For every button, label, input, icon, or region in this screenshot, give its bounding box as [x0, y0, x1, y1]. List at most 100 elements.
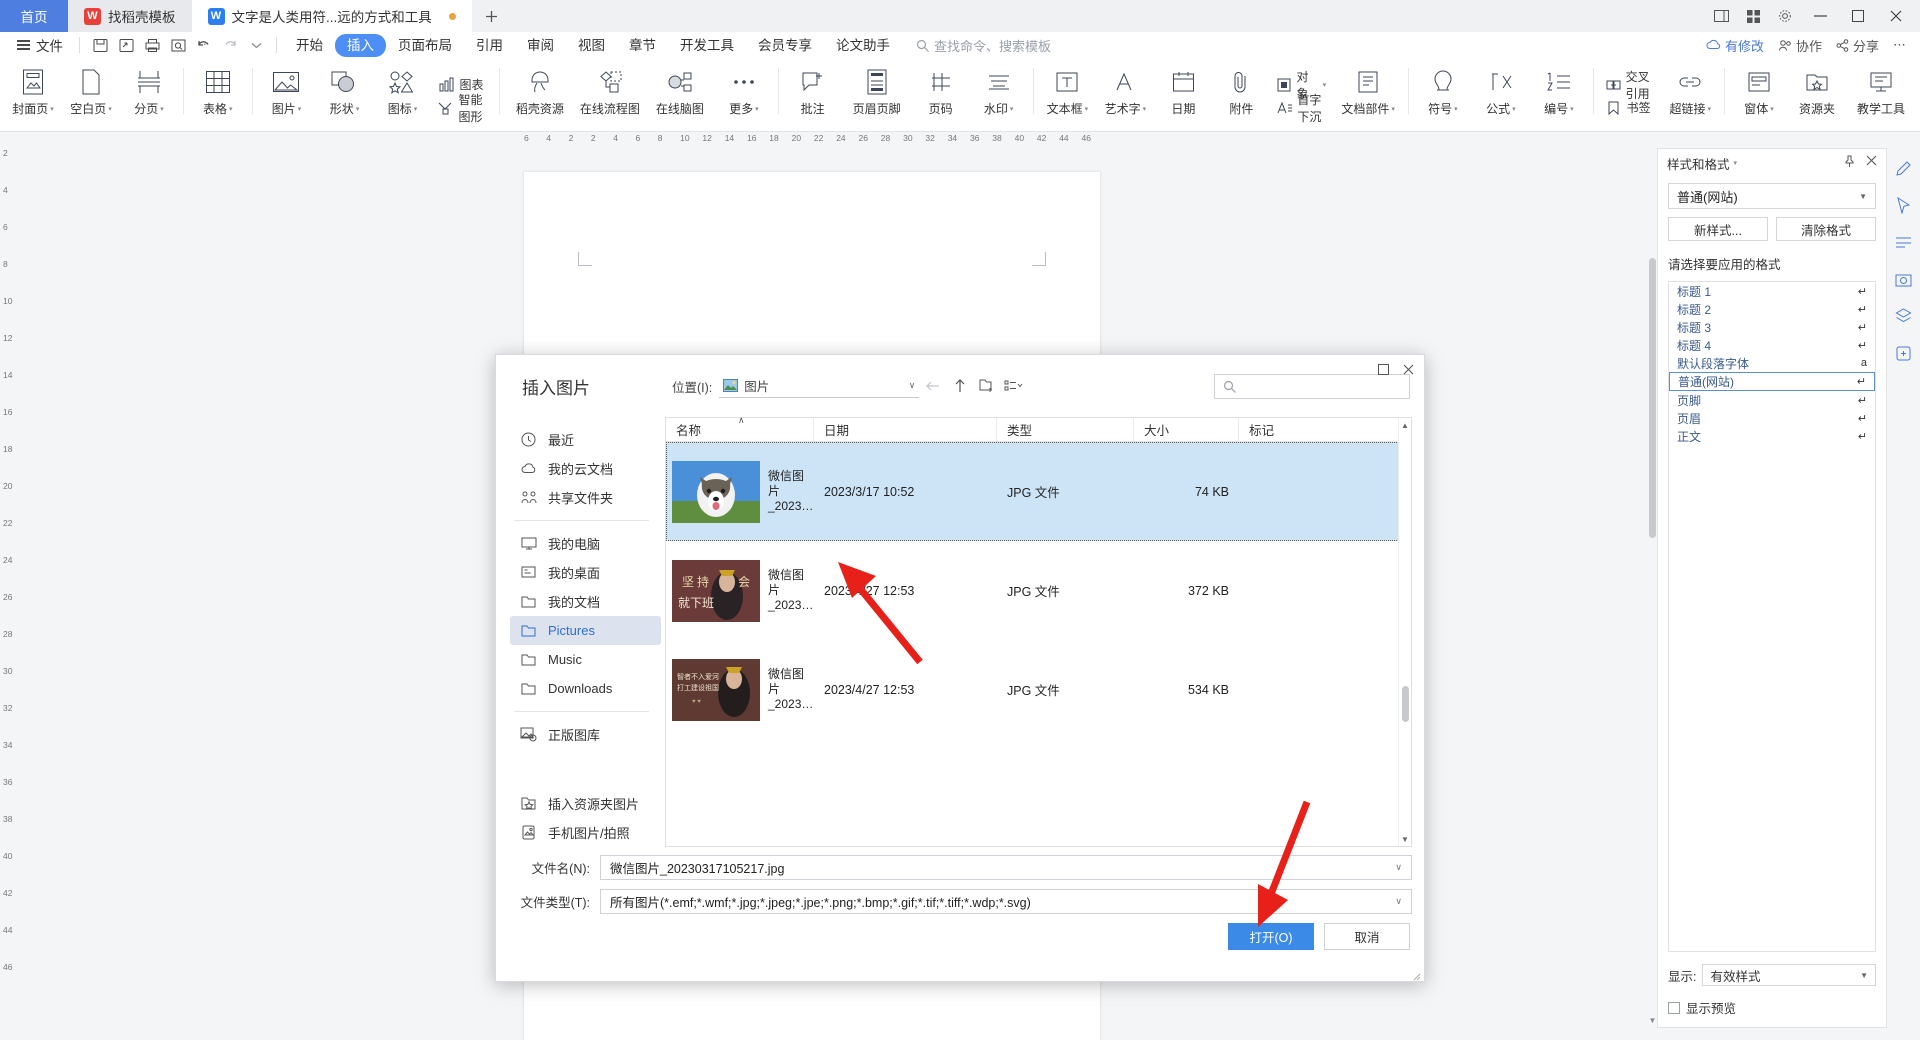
collaborate-button[interactable]: 协作	[1778, 36, 1822, 55]
ribbon-picture[interactable]: 图片 ▾	[257, 62, 315, 130]
dialog-sidebar-item--[interactable]: 我的文档	[510, 587, 661, 616]
style-list-item[interactable]: 标题 4 ↵	[1669, 336, 1875, 354]
more-menu-button[interactable]: ⋯	[1893, 37, 1906, 53]
ribbon-resource-folder[interactable]: 资源夹	[1788, 62, 1846, 130]
close-icon[interactable]	[1866, 155, 1877, 171]
ribbon-tab-references[interactable]: 引用	[464, 34, 515, 57]
camera-icon[interactable]	[1892, 267, 1916, 291]
cursor-icon[interactable]	[1892, 193, 1916, 217]
dialog-sidebar[interactable]: 最近 我的云文档 共享文件夹 我的电脑 我的桌面 我的文档 Pictures Music Dow…	[496, 417, 661, 847]
show-preview-checkbox[interactable]: 显示预览	[1668, 998, 1876, 1017]
save-icon[interactable]	[87, 34, 113, 56]
edit-pen-icon[interactable]	[1892, 156, 1916, 180]
dialog-sidebar-item--[interactable]: 我的电脑	[510, 529, 661, 558]
dialog-sidebar-item-pictures[interactable]: Pictures	[510, 616, 661, 646]
ribbon-comment[interactable]: 批注	[784, 62, 842, 130]
cancel-button[interactable]: 取消	[1324, 923, 1410, 950]
new-tab-button[interactable]	[471, 0, 512, 32]
style-list-item[interactable]: 默认段落字体 a	[1669, 354, 1875, 372]
smart-icon[interactable]	[1892, 341, 1916, 365]
scrollbar-thumb[interactable]	[1402, 686, 1409, 722]
dialog-sidebar-item-downloads[interactable]: Downloads	[510, 674, 661, 703]
up-button[interactable]	[946, 373, 973, 399]
cloud-sync-status[interactable]: 有修改	[1706, 36, 1764, 55]
print-icon[interactable]	[139, 34, 165, 56]
dialog-sidebar-item--[interactable]: 正版图库	[510, 720, 661, 749]
file-row[interactable]: 微信图片_2023… 2023/3/17 10:52 JPG 文件 74 KB	[666, 442, 1411, 541]
style-list-item[interactable]: 普通(网站) ↵	[1669, 372, 1875, 391]
ribbon-numbering[interactable]: 编号 ▾	[1530, 62, 1588, 130]
ribbon-page-number[interactable]: 页码	[912, 62, 970, 130]
ribbon-cover-page[interactable]: 封面页 ▾	[4, 62, 62, 130]
dialog-sidebar-item--[interactable]: 共享文件夹	[510, 483, 661, 512]
ribbon-symbol[interactable]: 符号 ▾	[1414, 62, 1472, 130]
dialog-sidebar-item--[interactable]: 插入资源夹图片	[510, 789, 661, 818]
scroll-up-arrow[interactable]: ▲	[1401, 418, 1409, 432]
ribbon-tab-developer[interactable]: 开发工具	[668, 34, 746, 57]
column-header-date[interactable]: 日期	[814, 418, 997, 441]
column-header-name[interactable]: 名称 ∧	[666, 415, 814, 441]
ribbon-teaching-tools[interactable]: 教学工具	[1846, 62, 1916, 130]
ribbon-watermark[interactable]: 水印 ▾	[970, 62, 1028, 130]
shape-tool-icon[interactable]	[1892, 230, 1916, 254]
style-list-item[interactable]: 标题 1 ↵	[1669, 282, 1875, 300]
ribbon-icons[interactable]: 图标 ▾	[373, 62, 431, 130]
minimize-button[interactable]	[1802, 0, 1838, 32]
split-view-icon[interactable]	[1706, 2, 1736, 30]
column-header-type[interactable]: 类型	[997, 418, 1134, 441]
chevron-down-icon[interactable]: ∨	[1395, 896, 1402, 907]
ribbon-online-flowchart[interactable]: 在线流程图	[575, 62, 645, 130]
location-select[interactable]: 图片 ∨	[719, 374, 920, 398]
filename-input[interactable]: 微信图片_20230317105217.jpg ∨	[600, 855, 1412, 880]
ribbon-word-art[interactable]: 艺术字 ▾	[1096, 62, 1154, 130]
undo-icon[interactable]	[191, 34, 217, 56]
ribbon-formula[interactable]: 公式 ▾	[1472, 62, 1530, 130]
style-list-item[interactable]: 页眉 ↵	[1669, 409, 1875, 427]
scroll-down-arrow[interactable]: ▼	[1401, 832, 1409, 846]
horizontal-ruler[interactable]: 6 4 2 2 4 6 8 10 12 14 16 18 20 22 24 26 28 30 32 34 36 38 40 4…	[0, 132, 1920, 148]
ribbon-tab-review[interactable]: 审阅	[515, 34, 566, 57]
file-list[interactable]: 名称 ∧ 日期 类型 大小 标记 微信图片_2023… 2023/3/17 10:…	[665, 415, 1412, 847]
tab-home[interactable]: 首页	[0, 0, 68, 32]
styles-list[interactable]: 标题 1 ↵ 标题 2 ↵ 标题 3 ↵ 标题 4 ↵ 默认段落字体 a 普通(网站) ↵ 页脚 ↵ 页眉 ↵…	[1668, 281, 1876, 952]
ribbon-date[interactable]: 日期	[1154, 62, 1212, 130]
tab-document[interactable]: W 文字是人类用符...远的方式和工具	[191, 0, 472, 32]
layers-icon[interactable]	[1892, 304, 1916, 328]
resize-grip[interactable]	[1412, 969, 1421, 981]
dialog-sidebar-item--[interactable]: 我的云文档	[510, 454, 661, 483]
ribbon-hyperlink[interactable]: 超链接 ▾	[1661, 62, 1719, 130]
open-button[interactable]: 打开(O)	[1228, 923, 1314, 950]
ribbon-tab-page-layout[interactable]: 页面布局	[386, 34, 464, 57]
tab-docer-template[interactable]: W 找稻壳模板	[68, 0, 192, 32]
ribbon-attachment[interactable]: 附件	[1212, 62, 1270, 130]
file-row[interactable]: 坚 持 就下班 会微信图片_2023… 2023/4/27 12:53 JPG 文件…	[666, 541, 1411, 640]
ribbon-text-box[interactable]: 文本框 ▾	[1038, 62, 1096, 130]
show-filter-select[interactable]: 有效样式 ▼	[1702, 964, 1876, 986]
file-list-scrollbar[interactable]: ▲ ▼	[1398, 418, 1411, 846]
ribbon-tab-section[interactable]: 章节	[617, 34, 668, 57]
maximize-button[interactable]	[1840, 0, 1876, 32]
ribbon-bookmark[interactable]: 书签	[1603, 97, 1658, 118]
ribbon-table[interactable]: 表格 ▾	[189, 62, 247, 130]
style-list-item[interactable]: 正文 ↵	[1669, 427, 1875, 445]
vertical-ruler[interactable]: 2 4 6 8 10 12 14 16 18 20 22 24 26 28 30 32 34 36 38 40 42 44…	[0, 148, 16, 1028]
ribbon-doc-parts[interactable]: 文档部件 ▾	[1333, 62, 1403, 130]
ribbon-drop-cap[interactable]: 首字下沉	[1274, 93, 1329, 124]
ribbon-more[interactable]: 更多 ▾	[715, 62, 773, 130]
style-list-item[interactable]: 标题 3 ↵	[1669, 318, 1875, 336]
grid-view-icon[interactable]	[1738, 2, 1768, 30]
chevron-down-icon[interactable]: ∨	[1395, 862, 1402, 873]
ribbon-tab-insert[interactable]: 插入	[335, 33, 386, 57]
column-header-size[interactable]: 大小	[1134, 418, 1239, 441]
file-row[interactable]: 智者不入爱河 打工建设祖国 ♥ ♥ 微信图片_2023… 2023/4/27 12:…	[666, 640, 1411, 739]
dialog-maximize-button[interactable]	[1378, 363, 1389, 378]
ribbon-form[interactable]: 窗体 ▾	[1730, 62, 1788, 130]
scrollbar-thumb[interactable]	[1649, 258, 1656, 538]
ribbon-tab-member[interactable]: 会员专享	[746, 34, 824, 57]
file-menu-button[interactable]: 文件	[8, 35, 72, 55]
settings-gear-icon[interactable]	[1770, 2, 1800, 30]
ribbon-docer-resource[interactable]: 稻壳资源	[505, 62, 575, 130]
close-button[interactable]	[1878, 0, 1914, 32]
filetype-select[interactable]: 所有图片(*.emf;*.wmf;*.jpg;*.jpeg;*.jpe;*.pn…	[600, 889, 1412, 914]
dialog-sidebar-item--[interactable]: 我的桌面	[510, 558, 661, 587]
